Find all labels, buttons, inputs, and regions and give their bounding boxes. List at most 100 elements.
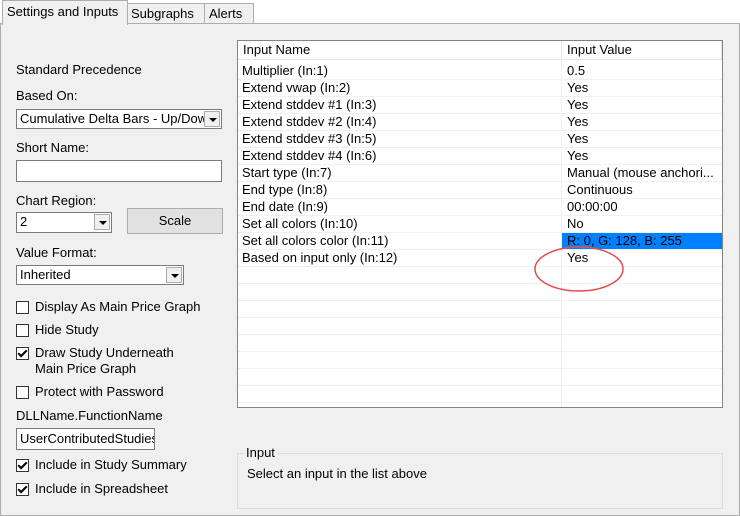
input-value-cell[interactable]: 0.5	[562, 63, 722, 79]
column-header-input-value[interactable]: Input Value	[562, 41, 722, 59]
input-name-cell: Extend vwap (In:2)	[242, 80, 351, 95]
input-value-cell[interactable]	[562, 301, 722, 317]
table-row[interactable]: Extend stddev #3 (In:5) Yes	[238, 131, 722, 148]
annotation-ellipse	[534, 246, 624, 292]
display-as-main-price-graph-checkbox[interactable]: Display As Main Price Graph	[16, 299, 200, 314]
value-format-value: Inherited	[20, 267, 71, 282]
input-value-cell[interactable]: Yes	[562, 148, 722, 164]
column-header-input-name[interactable]: Input Name	[238, 41, 562, 59]
table-row[interactable]: End date (In:9) 00:00:00	[238, 199, 722, 216]
input-name-cell: Set all colors (In:10)	[242, 216, 358, 231]
checkbox-label: Hide Study	[35, 322, 99, 337]
input-name-cell: Start type (In:7)	[242, 165, 332, 180]
chart-region-label: Chart Region:	[16, 193, 97, 208]
input-value-cell[interactable]	[562, 386, 722, 402]
input-name-cell	[242, 335, 560, 351]
input-value-cell[interactable]	[562, 352, 722, 368]
protect-with-password-checkbox[interactable]: Protect with Password	[16, 384, 164, 399]
include-in-study-summary-checkbox[interactable]: Include in Study Summary	[16, 457, 187, 472]
table-row[interactable]	[238, 301, 722, 318]
input-name-cell	[242, 301, 560, 317]
chart-region-value: 2	[20, 214, 28, 229]
value-format-select[interactable]: Inherited	[16, 265, 184, 285]
input-groupbox: Input Select an input in the list above	[237, 445, 723, 509]
tab-settings-and-inputs[interactable]: Settings and Inputs	[2, 0, 128, 25]
table-row[interactable]	[238, 335, 722, 352]
input-name-cell	[242, 284, 560, 300]
list-header: Input Name Input Value	[238, 41, 722, 60]
checkbox-label: Include in Spreadsheet	[35, 481, 168, 496]
input-name-cell	[242, 318, 560, 334]
checkbox-label: Display As Main Price Graph	[35, 299, 201, 314]
input-group-title: Input	[244, 445, 277, 460]
input-value-cell[interactable]: Yes	[562, 131, 722, 147]
chevron-down-icon[interactable]	[94, 214, 110, 230]
checkbox-icon[interactable]	[16, 386, 29, 399]
input-name-cell: Extend stddev #3 (In:5)	[242, 131, 377, 146]
chart-region-select[interactable]: 2	[16, 212, 112, 233]
checkbox-checked-icon[interactable]	[16, 459, 29, 472]
input-name-cell	[242, 352, 560, 368]
hide-study-checkbox[interactable]: Hide Study	[16, 322, 99, 337]
checkbox-checked-icon[interactable]	[16, 347, 29, 360]
input-name-cell: Based on input only (In:12)	[242, 250, 398, 265]
input-name-cell	[242, 267, 560, 283]
based-on-select[interactable]: Cumulative Delta Bars - Up/Down	[16, 109, 222, 129]
input-value-cell[interactable]	[562, 318, 722, 334]
table-row[interactable]	[238, 267, 722, 284]
input-value-cell[interactable]: Yes	[562, 97, 722, 113]
table-row[interactable]: Extend stddev #1 (In:3) Yes	[238, 97, 722, 114]
red-circle-annotation	[534, 246, 624, 292]
table-row[interactable]: Set all colors color (In:11) R: 0, G: 128…	[238, 233, 722, 250]
tab-alerts[interactable]: Alerts	[204, 3, 254, 24]
checkbox-checked-icon[interactable]	[16, 483, 29, 496]
input-name-cell: Extend stddev #4 (In:6)	[242, 148, 377, 163]
short-name-input[interactable]	[16, 160, 222, 182]
input-value-cell[interactable]	[562, 335, 722, 351]
table-row[interactable]	[238, 386, 722, 403]
table-row[interactable]: Based on input only (In:12) Yes	[238, 250, 722, 267]
table-row[interactable]: Extend vwap (In:2) Yes	[238, 80, 722, 97]
tab-bar: Settings and Inputs Subgraphs Alerts	[0, 0, 740, 25]
value-format-label: Value Format:	[16, 245, 97, 260]
table-row[interactable]	[238, 318, 722, 335]
table-row[interactable]: Multiplier (In:1) 0.5	[238, 63, 722, 80]
scale-button[interactable]: Scale	[127, 208, 223, 234]
chevron-down-icon[interactable]	[204, 111, 220, 127]
table-row[interactable]	[238, 369, 722, 386]
dll-name-input[interactable]: UserContributedStudies	[16, 428, 155, 450]
input-name-cell: Extend stddev #2 (In:4)	[242, 114, 377, 129]
table-row[interactable]: Start type (In:7) Manual (mouse anchori..…	[238, 165, 722, 182]
table-row[interactable]: Extend stddev #2 (In:4) Yes	[238, 114, 722, 131]
input-name-cell	[242, 369, 560, 385]
input-value-cell[interactable]: Yes	[562, 114, 722, 130]
input-value-cell[interactable]: Manual (mouse anchori...	[562, 165, 722, 181]
tab-subgraphs[interactable]: Subgraphs	[126, 3, 206, 24]
input-value-cell[interactable]: 00:00:00	[562, 199, 722, 215]
include-in-spreadsheet-checkbox[interactable]: Include in Spreadsheet	[16, 481, 168, 496]
table-row[interactable]	[238, 284, 722, 301]
input-name-cell	[242, 386, 560, 402]
checkbox-icon[interactable]	[16, 301, 29, 314]
table-row[interactable]: Set all colors (In:10) No	[238, 216, 722, 233]
based-on-value: Cumulative Delta Bars - Up/Down	[20, 111, 215, 126]
input-value-cell[interactable]	[562, 369, 722, 385]
table-row[interactable]: End type (In:8) Continuous	[238, 182, 722, 199]
input-value-cell[interactable]: Continuous	[562, 182, 722, 198]
checkbox-label: Include in Study Summary	[35, 457, 187, 472]
checkbox-label: Protect with Password	[35, 384, 164, 399]
input-value-cell[interactable]: No	[562, 216, 722, 232]
standard-precedence-label: Standard Precedence	[16, 62, 142, 77]
checkbox-icon[interactable]	[16, 324, 29, 337]
input-value-cell[interactable]: Yes	[562, 80, 722, 96]
checkbox-label: Draw Study Underneath Main Price Graph	[35, 345, 174, 376]
table-row[interactable]: Extend stddev #4 (In:6) Yes	[238, 148, 722, 165]
chevron-down-icon[interactable]	[166, 267, 182, 283]
inputs-list[interactable]: Input Name Input Value Multiplier (In:1)…	[237, 40, 723, 408]
input-name-cell: End date (In:9)	[242, 199, 328, 214]
table-row[interactable]	[238, 352, 722, 369]
short-name-label: Short Name:	[16, 140, 89, 155]
draw-study-underneath-checkbox[interactable]: Draw Study Underneath Main Price Graph	[16, 345, 196, 377]
input-name-cell: End type (In:8)	[242, 182, 328, 197]
input-name-cell: Extend stddev #1 (In:3)	[242, 97, 377, 112]
